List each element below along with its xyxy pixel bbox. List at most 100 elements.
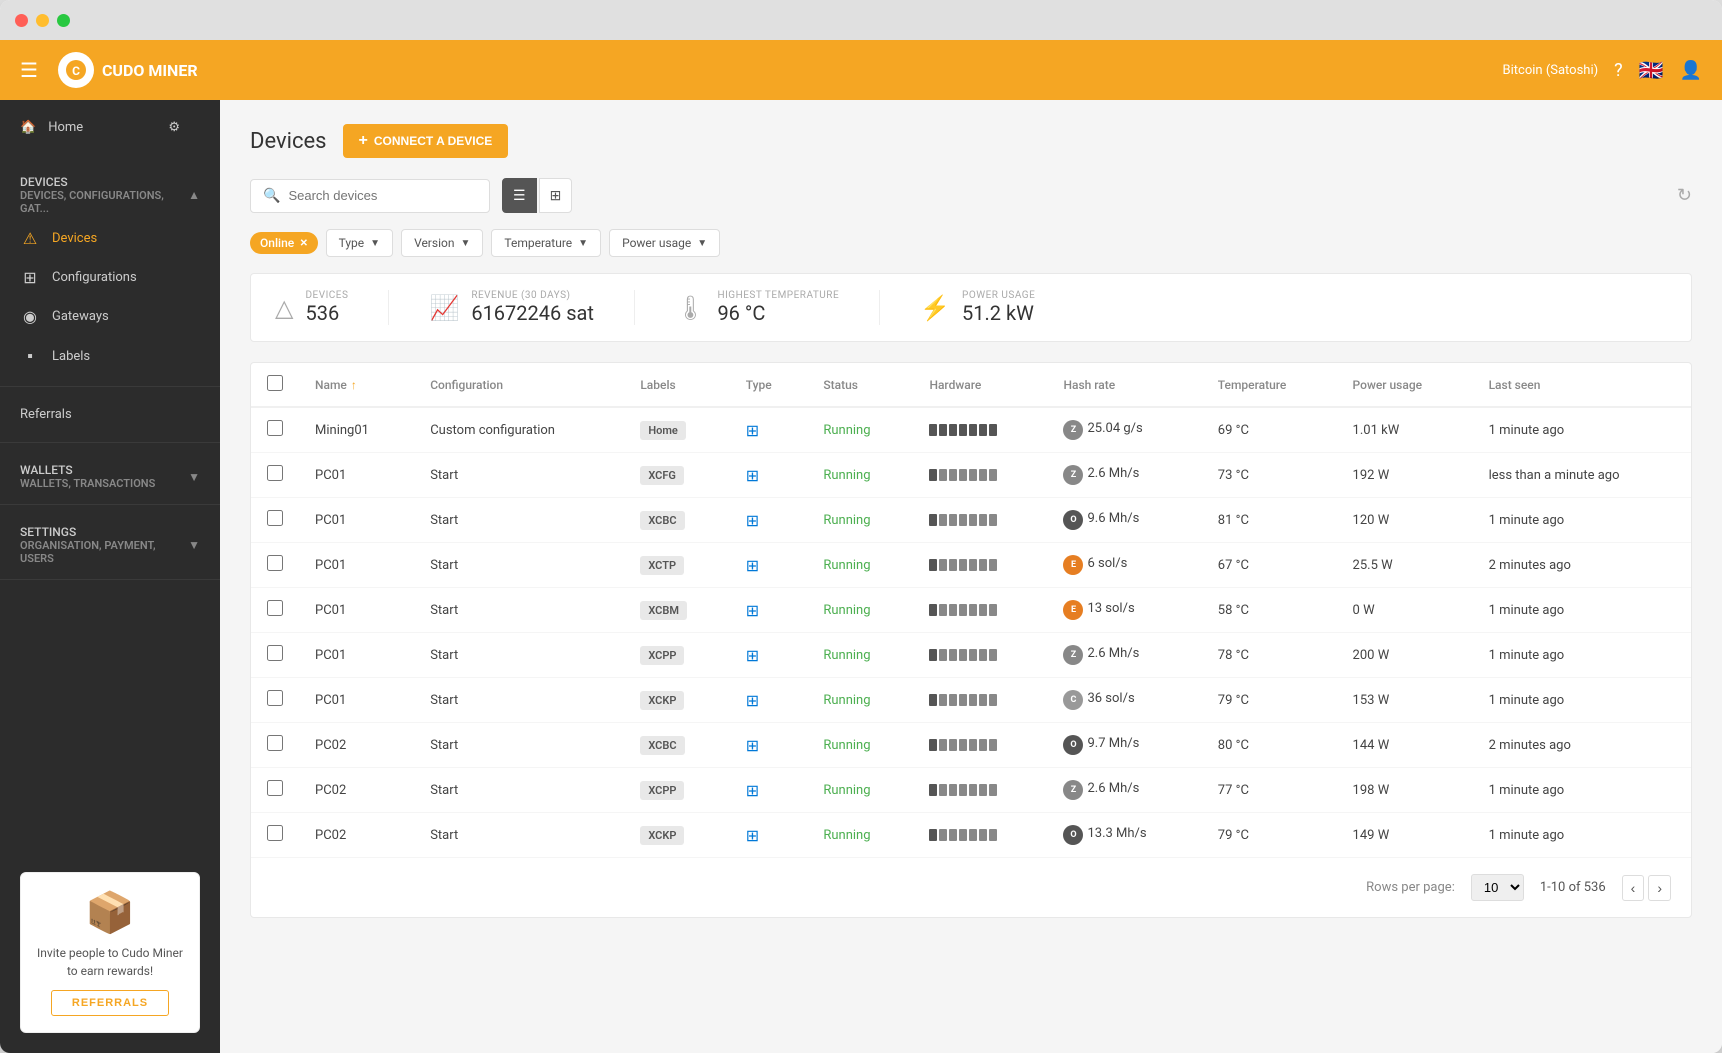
sidebar-item-devices[interactable]: ⚠ Devices <box>0 219 220 258</box>
version-filter-dropdown[interactable]: Version ▼ <box>401 229 483 257</box>
hw-block <box>949 829 957 841</box>
row-checkbox-cell[interactable] <box>251 633 299 678</box>
row-checkbox-cell[interactable] <box>251 588 299 633</box>
settings-collapse-icon[interactable]: ▼ <box>188 538 200 552</box>
configuration-header[interactable]: Configuration <box>414 363 624 407</box>
row-hardware <box>913 723 1047 768</box>
sidebar-item-configurations[interactable]: ⊞ Configurations <box>0 258 220 297</box>
row-status: Running <box>807 813 913 858</box>
windows-icon: ⊞ <box>746 736 759 755</box>
row-checkbox[interactable] <box>267 420 283 436</box>
hw-block <box>969 559 977 571</box>
select-all-header[interactable] <box>251 363 299 407</box>
maximize-dot[interactable] <box>57 14 70 27</box>
sidebar-item-gateways[interactable]: ◉ Gateways <box>0 297 220 336</box>
refresh-icon[interactable]: ↻ <box>1677 185 1692 206</box>
row-checkbox[interactable] <box>267 780 283 796</box>
status-header[interactable]: Status <box>807 363 913 407</box>
sidebar: 🏠 Home ⚙ Devices Devices, Configurations… <box>0 100 220 1053</box>
rows-per-page-select[interactable]: 10 25 50 <box>1471 874 1524 901</box>
row-status: Running <box>807 768 913 813</box>
list-view-button[interactable]: ☰ <box>502 178 537 213</box>
lastseen-header[interactable]: Last seen <box>1473 363 1691 407</box>
hw-block <box>989 829 997 841</box>
row-hashrate: Z2.6 Mh/s <box>1047 633 1201 678</box>
hashrate-header[interactable]: Hash rate <box>1047 363 1201 407</box>
row-power: 25.5 W <box>1337 543 1473 588</box>
name-header[interactable]: Name↑ <box>299 363 414 407</box>
row-type: ⊞ <box>730 588 808 633</box>
sidebar-item-labels[interactable]: ▪ Labels <box>0 336 220 376</box>
row-checkbox-cell[interactable] <box>251 407 299 453</box>
sidebar-wallets-group[interactable]: Wallets Wallets, Transactions ▼ <box>0 453 220 494</box>
sidebar-item-home[interactable]: 🏠 Home ⚙ <box>0 100 220 155</box>
table-row: PC01 Start XCFG ⊞ Running Z2.6 Mh/s 73 °… <box>251 453 1691 498</box>
prev-page-button[interactable]: ‹ <box>1622 875 1645 901</box>
grid-view-button[interactable]: ⊞ <box>539 178 573 213</box>
table-row: PC02 Start XCPP ⊞ Running Z2.6 Mh/s 77 °… <box>251 768 1691 813</box>
currency-display[interactable]: Bitcoin (Satoshi) <box>1503 63 1599 78</box>
search-input[interactable] <box>288 188 477 203</box>
search-box[interactable]: 🔍 <box>250 179 490 213</box>
row-checkbox-cell[interactable] <box>251 498 299 543</box>
hashrate-icon: O <box>1063 735 1083 755</box>
power-usage-filter-dropdown[interactable]: Power usage ▼ <box>609 229 720 257</box>
row-hashrate: O13.3 Mh/s <box>1047 813 1201 858</box>
sidebar-settings-group[interactable]: Settings Organisation, Payment, Users ▼ <box>0 515 220 569</box>
hw-block <box>939 784 947 796</box>
row-status: Running <box>807 678 913 723</box>
row-checkbox-cell[interactable] <box>251 813 299 858</box>
row-checkbox-cell[interactable] <box>251 723 299 768</box>
power-header[interactable]: Power usage <box>1337 363 1473 407</box>
row-checkbox-cell[interactable] <box>251 768 299 813</box>
next-page-button[interactable]: › <box>1648 875 1671 901</box>
row-name: PC02 <box>299 813 414 858</box>
online-tag-close[interactable]: × <box>300 236 307 250</box>
connect-device-button[interactable]: + CONNECT A DEVICE <box>343 124 509 158</box>
help-icon[interactable]: ? <box>1614 60 1623 81</box>
settings-gear-icon[interactable]: ⚙ <box>148 110 200 145</box>
temperature-header[interactable]: Temperature <box>1202 363 1337 407</box>
temperature-filter-dropdown[interactable]: Temperature ▼ <box>491 229 601 257</box>
row-checkbox[interactable] <box>267 825 283 841</box>
hashrate-icon: E <box>1063 555 1083 575</box>
type-header[interactable]: Type <box>730 363 808 407</box>
online-filter-tag[interactable]: Online × <box>250 232 318 254</box>
labels-header[interactable]: Labels <box>624 363 729 407</box>
row-checkbox[interactable] <box>267 465 283 481</box>
hw-block <box>989 559 997 571</box>
row-checkbox[interactable] <box>267 510 283 526</box>
row-checkbox[interactable] <box>267 555 283 571</box>
top-navigation: ☰ C CUDO MINER Bitcoin (Satoshi) ? 🇬🇧 👤 <box>0 40 1722 100</box>
hashrate-icon: Z <box>1063 780 1083 800</box>
row-power: 200 W <box>1337 633 1473 678</box>
sidebar-item-referrals[interactable]: Referrals <box>0 397 220 432</box>
row-checkbox-cell[interactable] <box>251 453 299 498</box>
close-dot[interactable] <box>15 14 28 27</box>
row-status: Running <box>807 453 913 498</box>
sidebar-devices-group[interactable]: Devices Devices, Configurations, Gat... … <box>0 165 220 219</box>
minimize-dot[interactable] <box>36 14 49 27</box>
row-checkbox[interactable] <box>267 735 283 751</box>
table-row: PC02 Start XCKP ⊞ Running O13.3 Mh/s 79 … <box>251 813 1691 858</box>
windows-icon: ⊞ <box>746 691 759 710</box>
row-labels: Home <box>624 407 729 453</box>
type-filter-dropdown[interactable]: Type ▼ <box>326 229 393 257</box>
row-checkbox[interactable] <box>267 690 283 706</box>
referrals-button[interactable]: REFERRALS <box>51 990 169 1016</box>
row-checkbox[interactable] <box>267 645 283 661</box>
devices-collapse-icon[interactable]: ▲ <box>188 188 200 202</box>
hw-block <box>949 784 957 796</box>
row-labels: XCBM <box>624 588 729 633</box>
hardware-header[interactable]: Hardware <box>913 363 1047 407</box>
filter-tags-row: Online × Type ▼ Version ▼ Temperature ▼ … <box>250 229 1692 257</box>
wallets-collapse-icon[interactable]: ▼ <box>188 470 200 484</box>
hamburger-menu[interactable]: ☰ <box>20 58 38 82</box>
row-checkbox-cell[interactable] <box>251 678 299 723</box>
user-icon[interactable]: 👤 <box>1680 60 1702 81</box>
select-all-checkbox[interactable] <box>267 375 283 391</box>
row-checkbox-cell[interactable] <box>251 543 299 588</box>
row-checkbox[interactable] <box>267 600 283 616</box>
language-flag[interactable]: 🇬🇧 <box>1639 58 1664 82</box>
row-power: 144 W <box>1337 723 1473 768</box>
